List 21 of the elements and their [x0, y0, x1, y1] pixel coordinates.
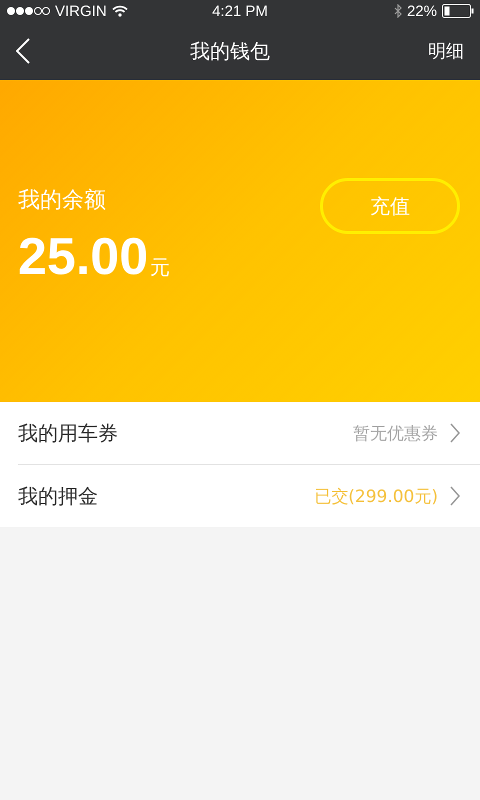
- balance-label: 我的余额: [18, 187, 106, 215]
- status-time: 4:21 PM: [212, 2, 268, 20]
- chevron-icon: [450, 486, 460, 506]
- carrier-name: VIRGIN: [55, 2, 107, 20]
- wifi-icon: [112, 5, 128, 17]
- back-button[interactable]: [14, 36, 32, 66]
- list-row[interactable]: 我的押金 已交(299.00元): [18, 465, 480, 527]
- row-label: 我的用车券: [18, 420, 119, 446]
- bluetooth-icon: [394, 4, 402, 18]
- battery-percentage: 22%: [406, 2, 437, 20]
- signal-icon: [6, 6, 50, 16]
- battery-icon: [442, 4, 474, 18]
- page-title: 我的钱包: [190, 38, 270, 64]
- balance-amount: 25.00: [18, 227, 148, 287]
- chevron-icon: [450, 423, 460, 443]
- row-label: 我的押金: [18, 482, 99, 510]
- row-value: 暂无优惠券: [353, 422, 438, 444]
- details-link[interactable]: 明细: [428, 39, 464, 63]
- list-row[interactable]: 我的用车券 暂无优惠券: [18, 402, 480, 465]
- currency-unit: 元: [150, 254, 170, 281]
- row-value: 已交(299.00元): [314, 486, 438, 508]
